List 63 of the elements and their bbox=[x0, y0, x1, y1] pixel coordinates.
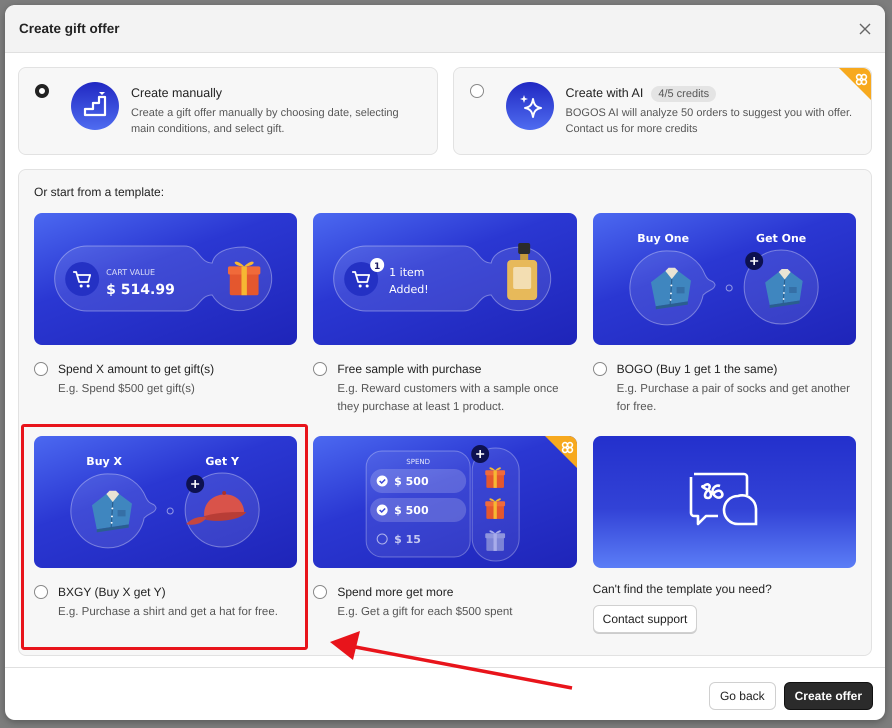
buy-label: Buy One bbox=[636, 232, 689, 245]
template-title: BOGO (Buy 1 get 1 the same) bbox=[616, 362, 778, 376]
go-back-button[interactable]: Go back bbox=[708, 682, 776, 710]
gift-drawing bbox=[486, 530, 506, 551]
get-label: Get Y bbox=[205, 455, 239, 468]
item-text: Added! bbox=[390, 283, 429, 296]
template-title: Free sample with purchase bbox=[337, 362, 482, 376]
template-title: Spend more get more bbox=[337, 585, 454, 599]
item-text: 1 item bbox=[390, 266, 425, 279]
plus-icon bbox=[744, 252, 763, 270]
create-offer-button[interactable]: Create offer bbox=[784, 682, 873, 710]
buy-label: Buy X bbox=[86, 455, 122, 468]
template-example: E.g. Purchase a pair of socks and get another for free. bbox=[616, 382, 851, 415]
cap-drawing bbox=[186, 491, 246, 525]
radio-button[interactable] bbox=[34, 585, 48, 599]
cart-icon bbox=[344, 262, 378, 296]
option-description: BOGOS AI will analyze 50 orders to suggest you with offer. Contact us for more credits bbox=[566, 106, 854, 137]
close-icon[interactable] bbox=[859, 22, 871, 34]
template-example: E.g. Spend $500 get gift(s) bbox=[58, 382, 196, 397]
get-label: Get One bbox=[756, 232, 806, 245]
option-title: Create with AI bbox=[566, 86, 644, 100]
shirt-drawing bbox=[92, 490, 132, 532]
template-example: E.g. Purchase a shirt and get a hat for free. bbox=[58, 605, 279, 620]
support-question: Can't find the template you need? bbox=[592, 582, 773, 596]
template-example: E.g. Reward customers with a sample once they purchase at least 1 product. bbox=[337, 382, 560, 415]
dot-shape bbox=[166, 508, 174, 514]
perfume-bottle-drawing bbox=[508, 243, 538, 300]
gift-drawing bbox=[486, 467, 506, 488]
shirt-drawing bbox=[764, 269, 802, 308]
option-title: Create manually bbox=[131, 86, 222, 100]
radio-button[interactable] bbox=[34, 362, 48, 376]
sparkle-icon bbox=[506, 82, 554, 130]
template-banner[interactable]: CART VALUE $ 514.99 bbox=[34, 213, 298, 345]
template-example: E.g. Get a gift for each $500 spent bbox=[337, 605, 514, 620]
gift-drawing bbox=[486, 498, 506, 519]
option-description: Create a gift offer manually by choosing date, selecting main conditions, and select gift. bbox=[131, 106, 400, 137]
template-banner[interactable]: 1 1 item Added! bbox=[313, 213, 577, 345]
plus-icon bbox=[186, 475, 204, 493]
template-title: BXGY (Buy X get Y) bbox=[58, 585, 166, 599]
tier-amount: $ 15 bbox=[394, 533, 422, 546]
cart-icon bbox=[65, 262, 100, 296]
cart-label: CART VALUE bbox=[106, 268, 156, 277]
plus-icon bbox=[472, 445, 490, 463]
template-banner[interactable]: Buy X Get Y bbox=[34, 436, 298, 568]
template-title: Spend X amount to get gift(s) bbox=[58, 362, 214, 376]
section-heading: Or start from a template: bbox=[34, 185, 166, 199]
radio-button[interactable] bbox=[470, 84, 484, 98]
radio-button[interactable] bbox=[592, 362, 607, 376]
credits-badge: 4/5 credits bbox=[651, 86, 716, 102]
dot-shape bbox=[725, 284, 732, 292]
tier-amount: $ 500 bbox=[394, 504, 429, 517]
count-badge: 1 bbox=[370, 258, 384, 272]
radio-button[interactable] bbox=[313, 362, 328, 376]
stairs-icon bbox=[71, 82, 119, 130]
tier-amount: $ 500 bbox=[394, 475, 429, 488]
contact-support-button[interactable]: Contact support bbox=[592, 605, 698, 633]
gift-drawing bbox=[228, 262, 260, 296]
shirt-drawing bbox=[650, 268, 691, 310]
radio-button[interactable] bbox=[35, 84, 49, 98]
template-banner[interactable]: Buy One Get One bbox=[592, 213, 856, 345]
radio-button[interactable] bbox=[313, 585, 328, 599]
dialog-title: Create gift offer bbox=[19, 21, 120, 36]
cart-amount: $ 514.99 bbox=[106, 282, 175, 298]
